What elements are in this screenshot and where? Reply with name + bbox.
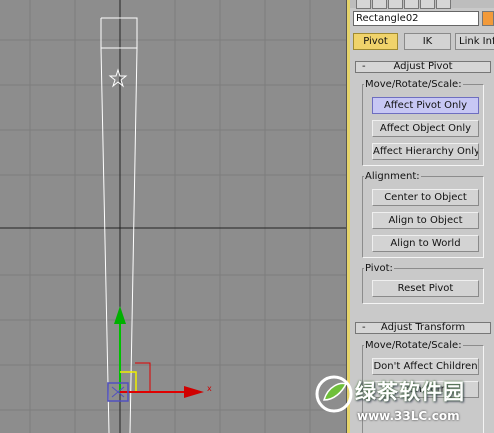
watermark-url: www.33LC.com [357, 409, 460, 423]
x-axis-label: x [207, 384, 212, 393]
viewport-canvas[interactable]: x [0, 0, 346, 433]
y-axis-arrow-icon [114, 306, 126, 324]
rollout-title: Adjust Pivot [393, 61, 453, 72]
watermark: 绿茶软件园 www.33LC.com [300, 372, 494, 433]
affect-object-only-button[interactable]: Affect Object Only [372, 120, 479, 137]
align-to-object-button[interactable]: Align to Object [372, 212, 479, 229]
hierarchy-tab-icon[interactable] [388, 0, 403, 9]
grid [0, 0, 346, 433]
tab-link-info[interactable]: Link Info [455, 33, 494, 50]
reset-pivot-button[interactable]: Reset Pivot [372, 280, 479, 297]
group-label: Move/Rotate/Scale: [364, 79, 463, 90]
command-panel: Rectangle02 Pivot IK Link Info - Adjust … [350, 0, 494, 433]
adjust-pivot-rollout-header[interactable]: - Adjust Pivot [355, 61, 491, 73]
viewport[interactable]: x [0, 0, 346, 433]
create-tab-icon[interactable] [356, 0, 371, 9]
rollout-title: Adjust Transform [380, 322, 466, 333]
x-axis-arrow-icon [184, 386, 204, 398]
watermark-title: 绿茶软件园 [355, 380, 465, 404]
utilities-tab-icon[interactable] [436, 0, 451, 9]
toolbar-strip [350, 0, 494, 9]
center-to-object-button[interactable]: Center to Object [372, 189, 479, 206]
watermark-logo-icon [315, 375, 353, 413]
display-tab-icon[interactable] [420, 0, 435, 9]
modify-tab-icon[interactable] [372, 0, 387, 9]
motion-tab-icon[interactable] [404, 0, 419, 9]
object-color-swatch[interactable] [482, 11, 494, 26]
object-name-field[interactable]: Rectangle02 [353, 11, 479, 26]
group-label: Pivot: [364, 263, 394, 274]
affect-pivot-only-button[interactable]: Affect Pivot Only [372, 97, 479, 114]
adjust-transform-rollout-header[interactable]: - Adjust Transform [355, 322, 491, 334]
group-label: Alignment: [364, 171, 421, 182]
affect-hierarchy-only-button[interactable]: Affect Hierarchy Only [372, 143, 479, 160]
tab-pivot[interactable]: Pivot [353, 33, 398, 50]
star-marker-icon [108, 68, 128, 88]
group-label: Move/Rotate/Scale: [364, 340, 463, 351]
align-to-world-button[interactable]: Align to World [372, 235, 479, 252]
tab-ik[interactable]: IK [404, 33, 451, 50]
